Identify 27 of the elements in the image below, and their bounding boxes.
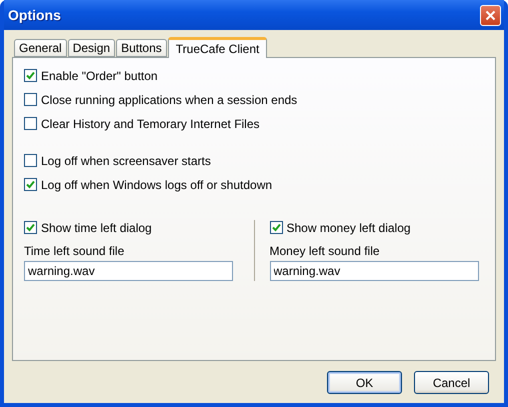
tab[interactable]: General: [14, 39, 67, 57]
checkbox[interactable]: [270, 221, 282, 234]
sound-file-field[interactable]: warning.wav: [24, 261, 233, 281]
window-title: Options: [8, 7, 61, 23]
checkbox[interactable]: [24, 221, 37, 234]
checkbox-label[interactable]: Show time left dialog: [41, 220, 152, 234]
close-button[interactable]: [480, 4, 501, 26]
checkbox[interactable]: [24, 117, 37, 130]
close-icon: [485, 10, 496, 20]
tab[interactable]: Design: [68, 39, 116, 57]
checkbox-label[interactable]: Log off when screensaver starts: [41, 154, 211, 168]
checkbox[interactable]: [24, 93, 37, 106]
checkbox[interactable]: [24, 178, 37, 191]
checkbox-label[interactable]: Log off when Windows logs off or shutdown: [41, 178, 272, 192]
tab[interactable]: TrueCafe Client: [168, 37, 268, 58]
field-label: Time left sound file: [24, 244, 126, 258]
checkbox-label[interactable]: Close running applications when a session ends: [41, 92, 298, 106]
sound-file-field[interactable]: warning.wav: [270, 261, 478, 281]
tab[interactable]: Buttons: [116, 39, 167, 57]
checkbox[interactable]: [24, 69, 37, 82]
dialog-button[interactable]: Cancel: [414, 371, 489, 394]
checkbox[interactable]: [24, 154, 37, 167]
dialog-button[interactable]: OK: [327, 371, 402, 394]
checkbox-label[interactable]: Enable "Order" button: [41, 68, 158, 82]
field-label: Money left sound file: [270, 244, 381, 258]
checkbox-label[interactable]: Show money left dialog: [286, 220, 411, 234]
checkbox-label[interactable]: Clear History and Temorary Internet Files: [41, 116, 260, 130]
